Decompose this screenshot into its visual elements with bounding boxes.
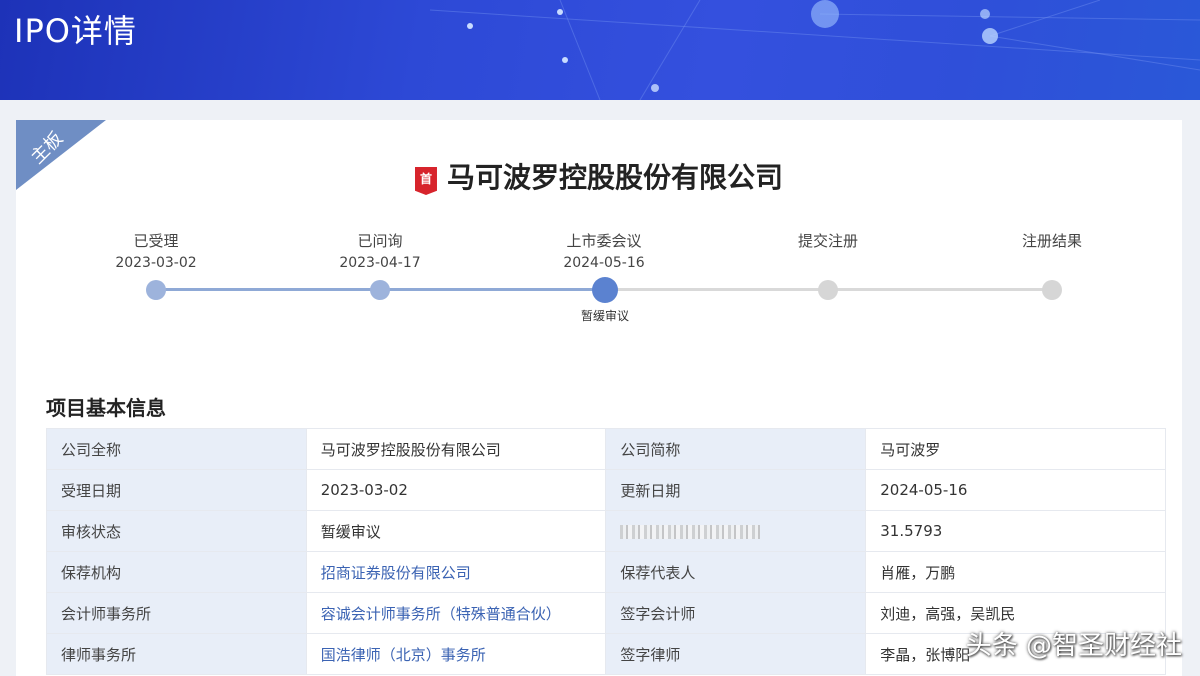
step-dot-done [146,280,166,300]
accounting-firm-link[interactable]: 容诚会计师事务所（特殊普通合伙） [305,592,607,634]
header-banner: IPO详情 [0,0,1200,100]
sponsor-link[interactable]: 招商证券股份有限公司 [305,551,607,593]
timeline-step-submit-registration[interactable]: 提交注册 [748,230,908,251]
company-name: 马可波罗控股股份有限公司 [446,161,783,194]
table-row: 受理日期 2023-03-02 更新日期 2024-05-16 [46,469,1166,511]
table-row: 保荐机构 招商证券股份有限公司 保荐代表人 肖雁，万鹏 [46,551,1166,593]
field-value: 2023-03-02 [305,469,607,511]
field-value: 暂缓审议 [305,510,607,552]
company-title: 首马可波罗控股股份有限公司 [16,156,1182,196]
field-label: 签字律师 [605,633,867,675]
step-label: 上市委会议 [566,232,642,250]
step-dot-pending [818,280,838,300]
field-label: 签字会计师 [605,592,867,634]
field-value: 31.5793 [865,510,1166,552]
timeline-step-accepted[interactable]: 已受理 2023-03-02 [76,230,236,271]
step-dot-current [592,277,618,303]
timeline-step-listing-committee[interactable]: 上市委会议 2024-05-16 [524,230,684,271]
step-label: 提交注册 [797,232,858,250]
section-title: 项目基本信息 [46,396,166,420]
field-label: 公司全称 [46,428,307,470]
law-firm-link[interactable]: 国浩律师（北京）事务所 [305,633,607,675]
field-label: 保荐代表人 [605,551,867,593]
ipo-detail-card: 主板 首马可波罗控股股份有限公司 已受理 2023-03-02 已问询 2023… [16,120,1182,676]
field-value: 马可波罗 [865,428,1166,470]
field-label: 会计师事务所 [46,592,307,634]
field-label: 审核状态 [46,510,307,552]
step-status-sub: 暂缓审议 [580,309,629,323]
step-dot-pending [1042,280,1062,300]
step-dot-done [370,280,390,300]
field-label: 律师事务所 [46,633,307,675]
page-title: IPO详情 [14,12,137,50]
field-label: 更新日期 [605,469,867,511]
field-value: 马可波罗控股股份有限公司 [305,428,607,470]
field-label: 公司简称 [605,428,867,470]
field-label: 受理日期 [46,469,307,511]
table-row: 审核状态 暂缓审议 31.5793 [46,510,1166,552]
review-timeline: 已受理 2023-03-02 已问询 2023-04-17 上市委会议 2024… [16,230,1182,330]
watermark: 头条 @智圣财经社 [965,631,1182,661]
blurred-text [620,524,761,539]
table-row: 公司全称 马可波罗控股股份有限公司 公司简称 马可波罗 [46,428,1166,470]
field-value: 2024-05-16 [865,469,1166,511]
field-value: 肖雁，万鹏 [865,551,1166,593]
banner-decoration [429,0,1200,100]
step-label: 注册结果 [1021,232,1082,250]
step-label: 已受理 [133,232,179,250]
step-label: 已问询 [357,232,403,250]
timeline-step-registration-result[interactable]: 注册结果 [972,230,1132,251]
step-date: 2024-05-16 [563,255,645,271]
field-label: 保荐机构 [46,551,307,593]
step-date: 2023-04-17 [339,255,421,271]
first-badge-icon: 首 [414,167,437,195]
timeline-step-inquired[interactable]: 已问询 2023-04-17 [300,230,460,271]
step-date: 2023-03-02 [115,255,197,271]
field-label-obscured [605,510,867,552]
